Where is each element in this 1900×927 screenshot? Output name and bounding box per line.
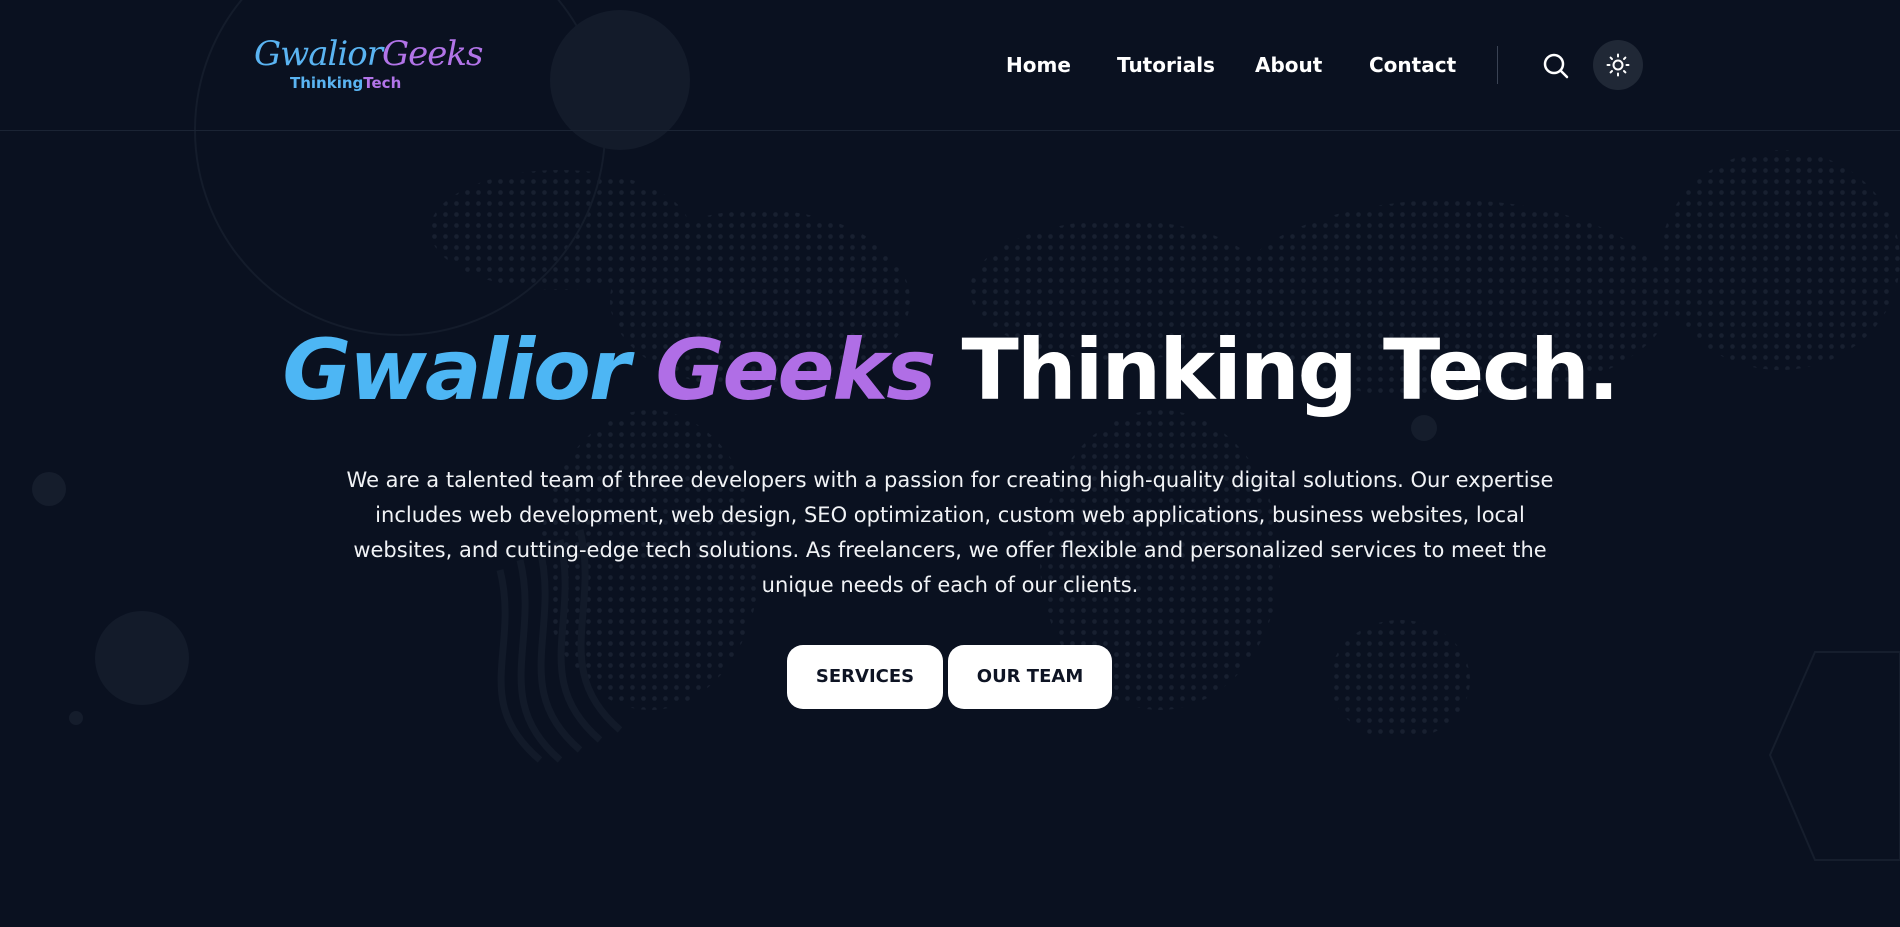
bg-hexagon xyxy=(1768,651,1900,861)
sun-icon xyxy=(1606,53,1630,77)
nav-tutorials[interactable]: Tutorials xyxy=(1117,50,1215,80)
search-icon xyxy=(1543,53,1569,79)
hero-description: We are a talented team of three develope… xyxy=(346,468,1554,597)
bg-bubble xyxy=(32,472,66,506)
theme-toggle-button[interactable] xyxy=(1593,40,1643,90)
hero-title-geeks: Geeks xyxy=(655,321,937,419)
services-button[interactable]: SERVICES xyxy=(787,645,943,709)
site-header: GwaliorGeeks ThinkingTech Home Tutorials… xyxy=(0,0,1900,131)
nav-about[interactable]: About xyxy=(1255,50,1322,80)
nav-divider xyxy=(1497,46,1498,84)
search-button[interactable] xyxy=(1540,50,1572,82)
hero-title-thinking-tech: Thinking Tech. xyxy=(961,321,1620,419)
bg-bubble xyxy=(69,711,83,725)
our-team-button[interactable]: OUR TEAM xyxy=(948,645,1112,709)
nav-contact[interactable]: Contact xyxy=(1369,50,1456,80)
hero-title: Gwalior Geeks Thinking Tech. xyxy=(0,320,1900,420)
world-map-dots xyxy=(430,150,1900,740)
bg-bubble xyxy=(95,611,189,705)
nav-home[interactable]: Home xyxy=(1006,50,1071,80)
hero-title-gwalior: Gwalior xyxy=(282,321,630,419)
